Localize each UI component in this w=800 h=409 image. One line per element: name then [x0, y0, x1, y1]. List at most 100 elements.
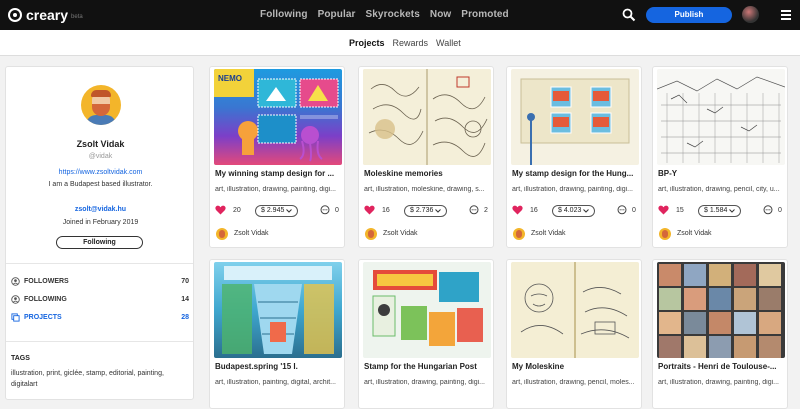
price-value: $ 1.584	[704, 207, 728, 214]
divider	[6, 263, 193, 264]
tab-wallet[interactable]: Wallet	[436, 38, 461, 48]
stat-following[interactable]: FOLLOWING 14	[11, 293, 189, 305]
stat-value: 70	[181, 277, 189, 285]
hamburger-menu-icon[interactable]	[781, 10, 791, 20]
brand-tag: beta	[71, 14, 83, 20]
nav-promoted[interactable]: Promoted	[461, 9, 508, 20]
stat-label: FOLLOWERS	[24, 277, 69, 285]
likes-count: 15	[676, 207, 684, 214]
price-dropdown[interactable]: $ 2.945	[255, 205, 299, 217]
following-button[interactable]: Following	[56, 236, 143, 249]
project-thumbnail[interactable]	[657, 69, 785, 165]
project-thumbnail[interactable]	[511, 69, 639, 165]
price-dropdown[interactable]: $ 2.736	[404, 205, 448, 217]
profile-username: @vidak	[88, 153, 113, 160]
profile-card: Zsolt Vidak @vidak https://www.zsoltvida…	[5, 66, 194, 400]
tags-heading: TAGS	[11, 355, 30, 362]
author-name[interactable]: Zsolt Vidak	[234, 230, 269, 237]
price-value: $ 2.945	[261, 207, 285, 214]
author-avatar[interactable]	[659, 228, 671, 240]
comments-count: 2	[484, 207, 488, 214]
brand-name: creary	[26, 7, 69, 23]
stat-label: PROJECTS	[24, 313, 62, 321]
project-title[interactable]: My Moleskine	[512, 362, 638, 371]
heart-icon[interactable]	[364, 205, 375, 215]
main-nav: Following Popular Skyrockets Now Promote…	[260, 9, 519, 20]
profile-subnav: Projects Rewards Wallet	[0, 30, 800, 56]
nav-now[interactable]: Now	[430, 9, 451, 20]
profile-bio: I am a Budapest based illustrator.	[48, 181, 153, 188]
project-title[interactable]: My winning stamp design for ...	[215, 169, 341, 178]
stat-projects[interactable]: PROJECTS 28	[11, 311, 189, 323]
heart-icon[interactable]	[215, 205, 226, 215]
search-icon[interactable]	[622, 8, 636, 22]
profile-name: Zsolt Vidak	[76, 139, 125, 149]
chevron-down-icon	[729, 209, 736, 213]
project-tags: art, illustration, drawing, pencil, city…	[658, 186, 780, 193]
followers-icon	[11, 276, 20, 286]
divider	[6, 341, 193, 342]
comment-icon[interactable]	[320, 205, 330, 215]
project-card[interactable]: NEMO My winning stamp design for ... art…	[209, 66, 345, 248]
comment-icon[interactable]	[617, 205, 627, 215]
top-bar: creary beta Following Popular Skyrockets…	[0, 0, 800, 30]
project-thumbnail[interactable]	[214, 262, 342, 358]
project-title[interactable]: Portraits - Henri de Toulouse-...	[658, 362, 784, 371]
user-avatar[interactable]	[742, 6, 759, 23]
stat-followers[interactable]: FOLLOWERS 70	[11, 275, 189, 287]
tab-rewards[interactable]: Rewards	[393, 38, 429, 48]
project-tags: art, illustration, drawing, painting, di…	[364, 379, 486, 386]
nav-following[interactable]: Following	[260, 9, 308, 20]
project-card[interactable]: Budapest.spring '15 I. art, illustration…	[209, 259, 345, 409]
project-title[interactable]: Stamp for the Hungarian Post	[364, 362, 490, 371]
heart-icon[interactable]	[658, 205, 669, 215]
comment-icon[interactable]	[763, 205, 773, 215]
project-title[interactable]: My stamp design for the Hung...	[512, 169, 638, 178]
profile-avatar	[81, 85, 121, 125]
likes-count: 20	[233, 207, 241, 214]
author-name[interactable]: Zsolt Vidak	[677, 230, 712, 237]
author-avatar[interactable]	[216, 228, 228, 240]
stat-value: 14	[181, 295, 189, 303]
stat-label: FOLLOWING	[24, 295, 67, 303]
price-dropdown[interactable]: $ 4.023	[552, 205, 596, 217]
chevron-down-icon	[286, 209, 293, 213]
project-card[interactable]: My Moleskine art, illustration, drawing,…	[506, 259, 642, 409]
project-title[interactable]: Moleskine memories	[364, 169, 490, 178]
nav-skyrockets[interactable]: Skyrockets	[366, 9, 420, 20]
project-tags: art, illustration, moleskine, drawing, s…	[364, 186, 485, 193]
stat-value: 28	[181, 313, 189, 321]
comments-count: 0	[335, 207, 339, 214]
nav-popular[interactable]: Popular	[318, 9, 356, 20]
project-thumbnail[interactable]: NEMO	[214, 69, 342, 165]
project-card[interactable]: Moleskine memories art, illustration, mo…	[358, 66, 494, 248]
author-name[interactable]: Zsolt Vidak	[531, 230, 566, 237]
chevron-down-icon	[583, 209, 590, 213]
creary-logo[interactable]: creary beta	[8, 7, 83, 23]
project-card[interactable]: My stamp design for the Hung... art, ill…	[506, 66, 642, 248]
project-title[interactable]: Budapest.spring '15 I.	[215, 362, 341, 371]
comment-icon[interactable]	[469, 205, 479, 215]
profile-website-link[interactable]: https://www.zsoltvidak.com	[6, 169, 195, 176]
likes-count: 16	[382, 207, 390, 214]
profile-email-link[interactable]: zsolt@vidak.hu	[6, 206, 195, 213]
project-thumbnail[interactable]	[363, 69, 491, 165]
project-thumbnail[interactable]	[363, 262, 491, 358]
chevron-down-icon	[435, 209, 442, 213]
project-thumbnail[interactable]	[511, 262, 639, 358]
project-card[interactable]: Portraits - Henri de Toulouse-... art, i…	[652, 259, 788, 409]
author-avatar[interactable]	[513, 228, 525, 240]
publish-button[interactable]: Publish	[646, 7, 732, 23]
tab-projects[interactable]: Projects	[349, 38, 385, 48]
heart-icon[interactable]	[512, 205, 523, 215]
project-card[interactable]: BP-Y art, illustration, drawing, pencil,…	[652, 66, 788, 248]
project-title[interactable]: BP-Y	[658, 169, 784, 178]
author-avatar[interactable]	[365, 228, 377, 240]
comments-count: 0	[632, 207, 636, 214]
author-name[interactable]: Zsolt Vidak	[383, 230, 418, 237]
project-thumbnail[interactable]	[657, 262, 785, 358]
project-card[interactable]: Stamp for the Hungarian Post art, illust…	[358, 259, 494, 409]
price-dropdown[interactable]: $ 1.584	[698, 205, 742, 217]
following-icon	[11, 294, 20, 304]
project-tags: art, illustration, drawing, pencil, mole…	[512, 379, 635, 386]
